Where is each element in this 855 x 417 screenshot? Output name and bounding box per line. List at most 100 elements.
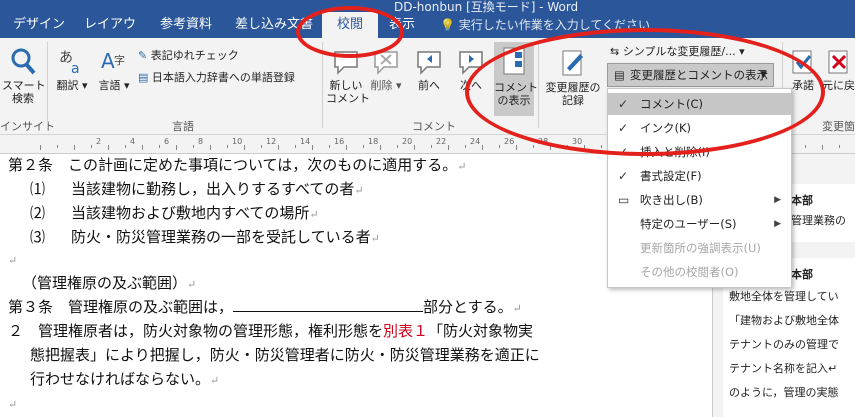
tab-mailings[interactable]: 差し込み文書 [226, 12, 322, 38]
smart-lookup-label: スマート 検索 [2, 79, 46, 105]
track-changes-label: 変更履歴の 記録 [545, 81, 601, 107]
language-group-label: 言語 [172, 120, 194, 133]
ruler-tick [159, 145, 160, 148]
delete-comment-button[interactable]: 削除 ▾ [368, 48, 404, 92]
ruler-tick [227, 145, 228, 148]
tab-layout[interactable]: レイアウト [78, 12, 142, 58]
markup-menu-item-label: 書式設定(F) [640, 169, 702, 183]
smart-lookup-button[interactable]: スマート 検索 [2, 46, 46, 105]
language-button[interactable]: A字 言語 ▾ [95, 46, 133, 92]
svg-text:A: A [101, 49, 115, 73]
spelling-variants-button[interactable]: ✎ 表記ゆれチェック [138, 48, 239, 64]
language-label: 言語 [98, 79, 121, 92]
ruler-tick [108, 145, 109, 150]
markup-menu-item-label: 更新箇所の強調表示(U) [640, 241, 761, 255]
ruler-number: 4 [130, 137, 136, 146]
ruler-tick [74, 145, 75, 150]
display-for-review-select[interactable]: ⇆ シンプルな変更履歴/... ▾ [610, 44, 745, 60]
doc-empty-line: ↵ [8, 250, 17, 268]
ruler-tick [601, 145, 602, 148]
document-page[interactable]: 第２条 この計画に定めた事項については，次のものに適用する。↵ ⑴ 当該建物に勤務… [0, 154, 712, 417]
paragraph-mark: ↵ [187, 278, 197, 291]
translate-label: 翻訳 [56, 79, 79, 92]
item-number: ⑶ [30, 228, 46, 246]
ruler-number: 28 [538, 137, 549, 146]
markup-menu-item[interactable]: ✓ インク(K) [608, 117, 791, 139]
ruler-tick [363, 145, 364, 148]
comment-text: 敷地全体を管理してい [729, 290, 839, 303]
show-markup-button[interactable]: ▤ 変更履歴とコメントの表示 ▼ [607, 63, 774, 87]
previous-comment-button[interactable]: 前へ [410, 48, 448, 92]
ime-dictionary-button[interactable]: ▤ 日本語入力辞書への単語登録 [138, 70, 295, 86]
spelling-variants-label: 表記ゆれチェック [150, 49, 239, 62]
ruler-tick [431, 145, 432, 148]
ruler-tick [312, 145, 313, 150]
ruler-tick [822, 145, 823, 150]
comment-text: 「建物および敷地全体 [729, 314, 839, 327]
doc-line-article2: 第２条 この計画に定めた事項については，次のものに適用する。↵ [8, 154, 466, 175]
svg-text:字: 字 [114, 53, 125, 67]
checkmark-icon: ✓ [618, 169, 629, 183]
tell-me-box[interactable]: 💡 実行したい作業を入力してください [440, 12, 650, 38]
paragraph-mark: ↵ [309, 208, 319, 221]
markup-menu-item[interactable]: ✓ 書式設定(F) [608, 165, 791, 187]
ruler-tick [193, 145, 194, 148]
ribbon-tab-bar: DD-honbun [互換モード] - Word デザイン レイアウト 参考資料… [0, 0, 855, 58]
reject-button[interactable]: 元に戻 [822, 48, 855, 92]
markup-menu-item[interactable]: ✓ コメント(C) [608, 93, 791, 115]
doc-text: 当該建物および敷地内すべての場所 [71, 204, 310, 222]
show-comments-button[interactable]: コメント の表示 [494, 42, 538, 116]
tab-view[interactable]: 表示 [380, 12, 424, 38]
chevron-down-icon: ▼ [760, 70, 767, 80]
markup-menu-item[interactable]: 特定のユーザー(S) ▶ [608, 213, 791, 235]
ruler-number: 30 [572, 137, 583, 146]
doc-item-3: ⑶ 防火・防災管理業務の一部を受託している者↵ [30, 226, 380, 247]
ruler-tick [142, 145, 143, 150]
ruler-tick [346, 145, 347, 150]
ruler-tick [482, 145, 483, 150]
markup-menu-item[interactable]: ▭ 吹き出し(B) ▶ [608, 189, 791, 211]
delete-label: 削除 [370, 79, 393, 92]
tab-design[interactable]: デザイン [8, 12, 70, 38]
item-number: ⑵ [30, 204, 46, 222]
ruler-tick [465, 145, 466, 148]
ruler-tick [414, 145, 415, 150]
tab-review[interactable]: 校閲 [322, 12, 378, 38]
ruler-tick [125, 145, 126, 148]
doc-text: 第３条 管理権原の及ぶ範囲は， [8, 298, 234, 316]
paragraph-mark: ↵ [457, 160, 467, 173]
doc-text: 行わせなければならない。 [30, 370, 211, 388]
ruler-tick [516, 145, 517, 150]
ruler-tick [584, 145, 585, 150]
ruler-tick [244, 145, 245, 150]
doc-text: 部分とする。 [423, 298, 513, 316]
doc-item-2: ⑵ 当該建物および敷地内すべての場所↵ [30, 202, 319, 223]
doc-text: 「防火対象物実 [428, 322, 534, 340]
comment-text: のように，管理の実態 [729, 386, 839, 399]
ruler-tick [567, 145, 568, 148]
translate-button[interactable]: あa 翻訳 ▾ [52, 46, 92, 92]
doc-text: 態把握表」により把握し，防火・防災管理者に防火・防災管理業務を適正に [30, 346, 540, 364]
new-comment-button[interactable]: 新しい コメント [326, 48, 370, 105]
comment-author: 本部 [791, 194, 813, 207]
ruler-number: 22 [436, 137, 447, 146]
comment-text: テナントのみの管理で [729, 338, 839, 351]
accept-button[interactable]: 承諾 [785, 48, 821, 92]
markup-menu-item[interactable]: ✓ 挿入と削除(I) [608, 141, 791, 163]
next-comment-button[interactable]: 次へ [452, 48, 490, 92]
comment-text: 管理業務の [791, 214, 846, 227]
ruler-number: 12 [266, 137, 277, 146]
reject-icon [828, 50, 847, 74]
ruler-tick [533, 145, 534, 148]
ruler-number: 8 [198, 137, 204, 146]
tab-references[interactable]: 参考資料 [152, 12, 220, 38]
markup-menu-item-label: コメント(C) [640, 97, 704, 111]
show-markup-dropdown-menu: ✓ コメント(C) ✓ インク(K) ✓ 挿入と削除(I) ✓ 書式設定(F) ▭ 吹き出し(B)… [607, 88, 792, 288]
track-changes-button[interactable]: 変更履歴の 記録 [542, 48, 604, 107]
doc-line-p2b: 態把握表」により把握し，防火・防災管理者に防火・防災管理業務を適正に [30, 344, 540, 365]
accept-icon [792, 50, 812, 74]
paragraph-mark: ↵ [370, 232, 380, 245]
doc-text: ２ 管理権原者は，防火対象物の管理形態，権利形態を [8, 322, 384, 340]
fill-in-blank [233, 297, 424, 312]
group-divider [322, 42, 323, 128]
